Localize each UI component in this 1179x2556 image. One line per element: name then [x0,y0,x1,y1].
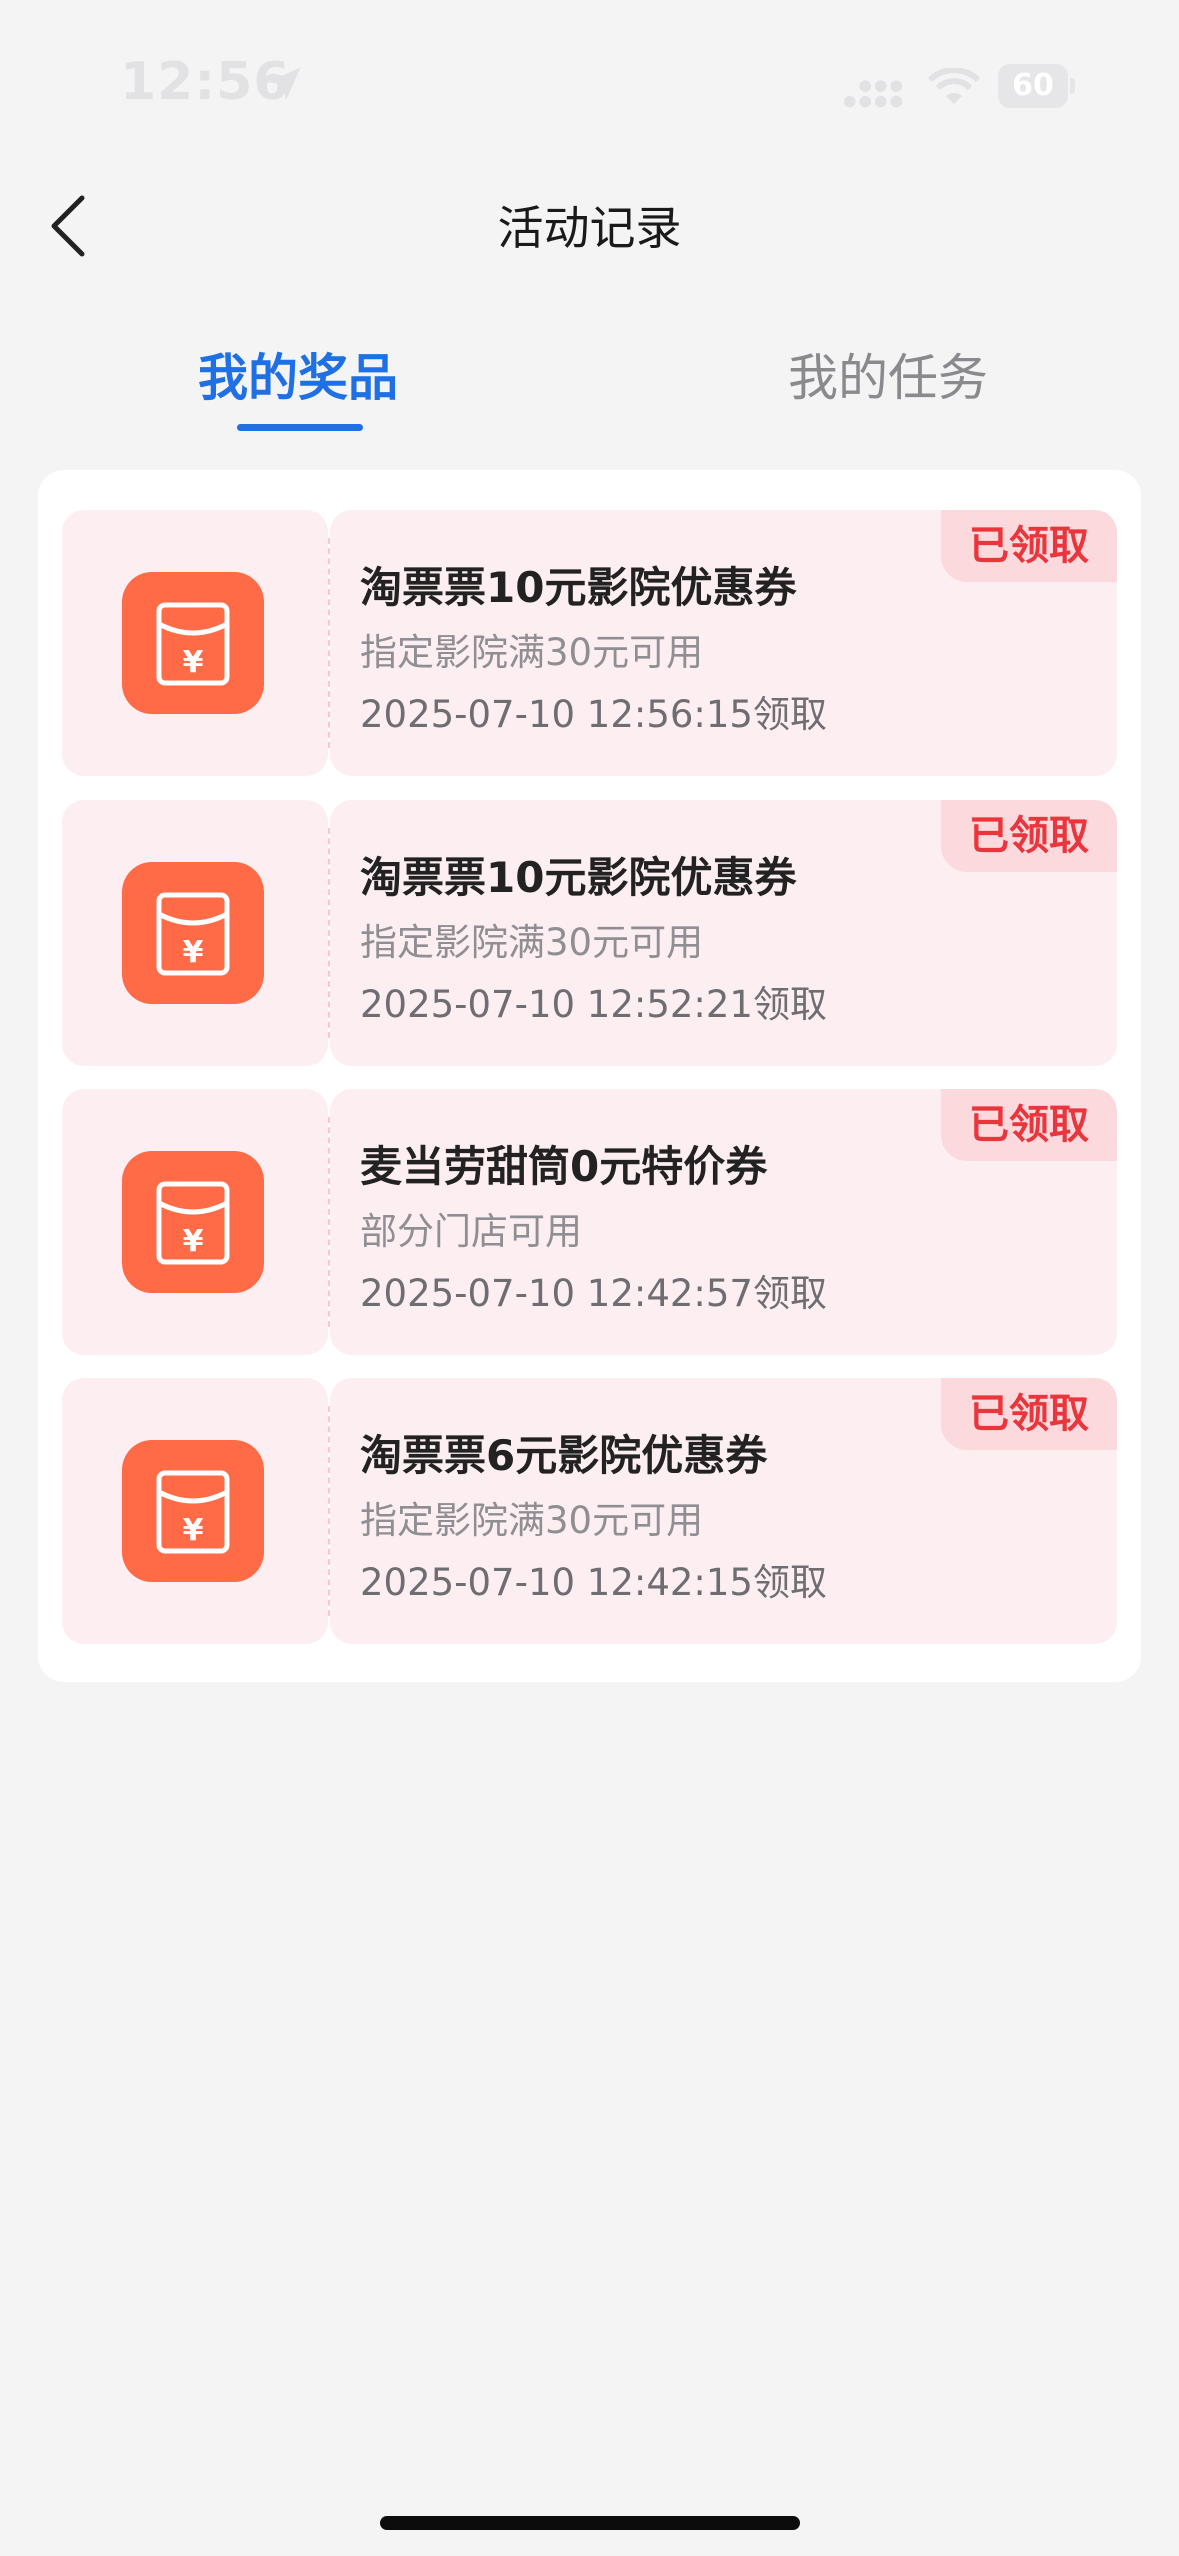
nav-bar: 活动记录 [0,170,1179,280]
coupon-title: 淘票票6元影院优惠券 [360,1431,768,1480]
status-badge: 已领取 [941,1089,1117,1161]
coupon-claim-time: 2025-07-10 12:42:15领取 [360,1561,827,1604]
status-badge: 已领取 [941,510,1117,582]
coupon-title: 淘票票10元影院优惠券 [360,563,797,612]
coupon-condition: 部分门店可用 [360,1210,582,1253]
red-envelope-yuan-icon: ¥ [122,862,264,1004]
status-badge: 已领取 [941,800,1117,872]
coupon-condition: 指定影院满30元可用 [360,1499,704,1542]
svg-text:¥: ¥ [183,645,204,680]
prize-list: ¥ 已领取 淘票票10元影院优惠券 指定影院满30元可用 2025-07-10 … [38,470,1141,1682]
coupon-card[interactable]: ¥ 已领取 淘票票10元影院优惠券 指定影院满30元可用 2025-07-10 … [62,800,1117,1066]
home-indicator[interactable] [380,2516,800,2530]
battery-level: 60 [998,64,1068,108]
red-envelope-yuan-icon: ¥ [122,572,264,714]
svg-text:¥: ¥ [183,935,204,970]
coupon-card[interactable]: ¥ 已领取 麦当劳甜筒0元特价券 部分门店可用 2025-07-10 12:42… [62,1089,1117,1355]
page-title: 活动记录 [497,201,682,255]
coupon-title: 麦当劳甜筒0元特价券 [360,1142,768,1191]
red-envelope-yuan-icon: ¥ [122,1151,264,1293]
coupon-claim-time: 2025-07-10 12:42:57领取 [360,1272,827,1315]
wifi-icon [928,68,980,104]
coupon-card[interactable]: ¥ 已领取 淘票票6元影院优惠券 指定影院满30元可用 2025-07-10 1… [62,1378,1117,1644]
svg-text:¥: ¥ [183,1224,204,1259]
coupon-condition: 指定影院满30元可用 [360,631,704,674]
coupon-condition: 指定影院满30元可用 [360,921,704,964]
tab-my-prizes[interactable]: 我的奖品 [118,338,478,410]
coupon-card[interactable]: ¥ 已领取 淘票票10元影院优惠券 指定影院满30元可用 2025-07-10 … [62,510,1117,776]
signal-icon [843,80,903,108]
coupon-title: 淘票票10元影院优惠券 [360,853,797,902]
battery-icon: 60 [998,64,1075,108]
tab-active-indicator [237,424,363,431]
red-envelope-yuan-icon: ¥ [122,1440,264,1582]
tab-my-tasks[interactable]: 我的任务 [708,338,1068,410]
coupon-claim-time: 2025-07-10 12:52:21领取 [360,983,827,1026]
location-arrow-icon [267,67,301,101]
tab-bar: 我的奖品 我的任务 [0,320,1179,440]
status-badge: 已领取 [941,1378,1117,1450]
coupon-claim-time: 2025-07-10 12:56:15领取 [360,693,827,736]
status-bar: 12:56 60 [0,0,1179,170]
svg-text:¥: ¥ [183,1513,204,1548]
